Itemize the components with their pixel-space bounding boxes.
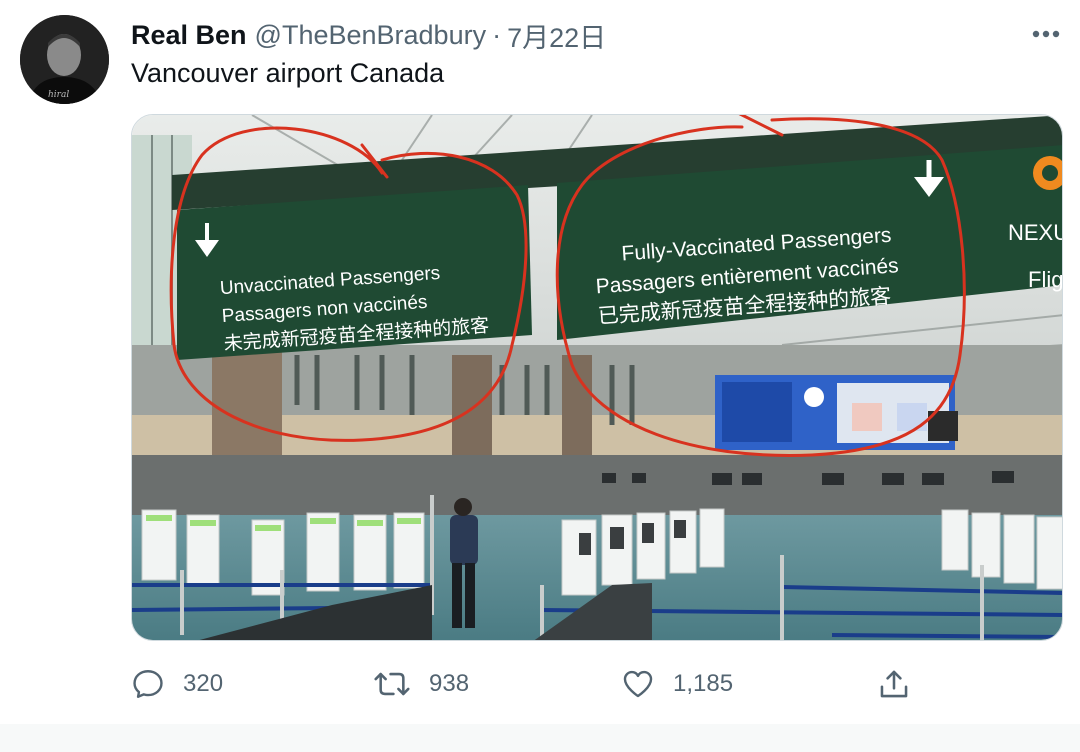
author-name[interactable]: Real Ben: [131, 20, 247, 51]
retweet-count: 938: [429, 670, 470, 697]
more-dots-icon: [1032, 30, 1060, 38]
reply-count: 320: [183, 670, 224, 697]
tweet-date[interactable]: 7月22日: [507, 16, 606, 55]
airport-photo: Unvaccinated Passengers Passagers non va…: [132, 115, 1063, 640]
footer-divider: [0, 724, 1080, 752]
reply-icon: [133, 670, 163, 698]
author-handle[interactable]: @TheBenBradbury: [255, 20, 487, 51]
share-button[interactable]: [877, 662, 929, 706]
avatar[interactable]: hiral: [20, 15, 109, 104]
like-count: 1,185: [673, 670, 734, 697]
separator: ·: [492, 19, 502, 50]
sign-edge-line1: NEXU: [1008, 220, 1063, 245]
retweet-button[interactable]: 938: [373, 662, 469, 706]
sign-edge-line2: Flig: [1028, 267, 1063, 292]
share-icon: [880, 670, 908, 698]
like-button[interactable]: 1,185: [621, 662, 733, 706]
tweet-actions: 320 938 1,185: [131, 662, 1063, 706]
tweet-header: Real Ben @TheBenBradbury · 7月22日: [131, 16, 606, 55]
reply-button[interactable]: 320: [131, 662, 223, 706]
retweet-icon: [374, 672, 410, 696]
tweet-photo[interactable]: Unvaccinated Passengers Passagers non va…: [131, 114, 1063, 641]
more-button[interactable]: [1028, 22, 1064, 46]
tweet-text: Vancouver airport Canada: [131, 58, 445, 88]
heart-icon: [623, 670, 653, 698]
profile-photo: hiral: [20, 15, 109, 104]
svg-text:hiral: hiral: [48, 90, 69, 100]
